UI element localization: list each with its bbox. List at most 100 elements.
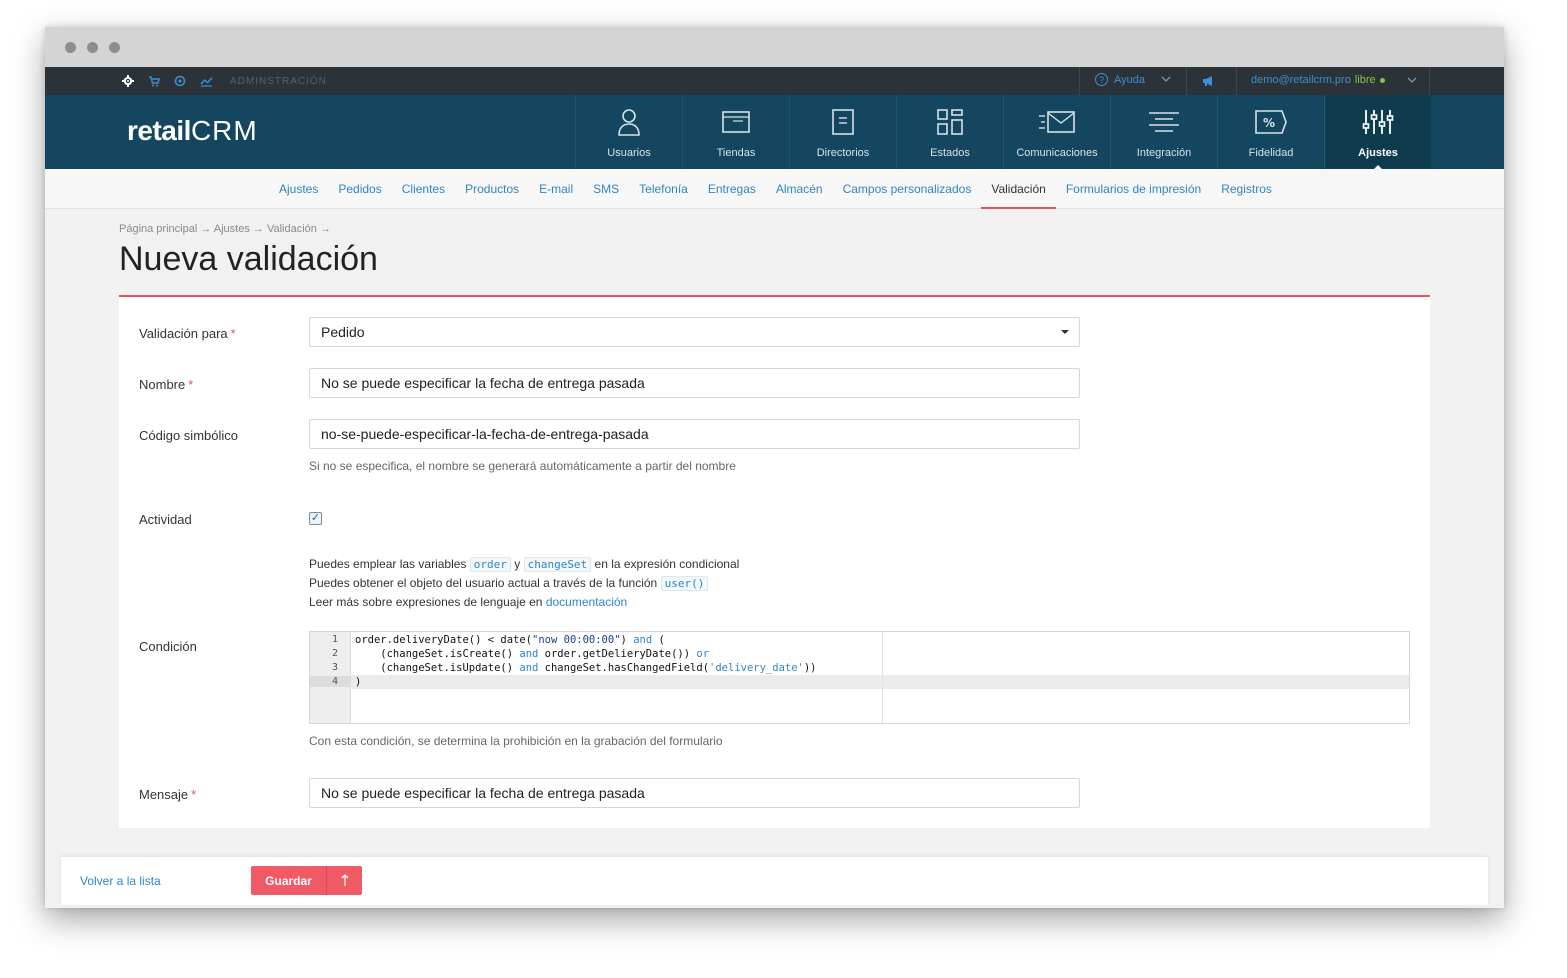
subnav-item-ajustes[interactable]: Ajustes xyxy=(269,169,328,209)
nav-item-usuarios[interactable]: Usuarios xyxy=(575,95,682,169)
target-icon[interactable] xyxy=(173,74,187,88)
line-number: 4 xyxy=(310,676,350,687)
nav-item-comunicaciones[interactable]: Comunicaciones xyxy=(1003,95,1110,169)
code-label: Código simbólico xyxy=(139,428,238,443)
statuses-icon xyxy=(930,107,970,137)
subnav-item-email[interactable]: E-mail xyxy=(529,169,583,209)
divider xyxy=(1236,67,1237,95)
browser-window: ADMINSTRACIÓN ? Ayuda demo@retailcrm.pro… xyxy=(45,27,1504,908)
subnav-item-productos[interactable]: Productos xyxy=(455,169,529,209)
settings-subnav: Ajustes Pedidos Clientes Productos E-mai… xyxy=(45,169,1504,209)
subnav-item-entregas[interactable]: Entregas xyxy=(698,169,766,209)
admin-topbar: ADMINSTRACIÓN ? Ayuda demo@retailcrm.pro… xyxy=(45,67,1504,95)
nav-item-ajustes[interactable]: Ajustes xyxy=(1324,95,1431,170)
arrow-up-icon[interactable] xyxy=(327,866,362,895)
code-line: (changeSet.isCreate() and order.getDelie… xyxy=(355,648,710,660)
nav-label: Usuarios xyxy=(607,147,651,159)
code-hint: Si no se especifica, el nombre se genera… xyxy=(309,459,736,473)
required-mark: * xyxy=(191,787,197,802)
divider xyxy=(1079,67,1080,95)
logo-crm: CRM xyxy=(190,115,258,146)
function-chip: user() xyxy=(660,576,709,591)
directory-icon xyxy=(823,107,863,137)
user-menu[interactable]: demo@retailcrm.pro libre xyxy=(1251,74,1417,86)
nav-label: Integración xyxy=(1136,147,1192,159)
active-line-highlight xyxy=(351,675,1409,689)
back-to-list-link[interactable]: Volver a la lista xyxy=(80,874,161,888)
svg-text:%: % xyxy=(1263,116,1275,130)
main-nav: Usuarios Tiendas Directorios Estados Com… xyxy=(575,95,1431,170)
line-number: 3 xyxy=(331,662,338,673)
subnav-item-telefonia[interactable]: Telefonía xyxy=(629,169,698,209)
condition-code-editor[interactable]: 1 2 3 4 order.deliveryDate() < date("now… xyxy=(309,631,1410,724)
help-line: Puedes emplear las variables order y cha… xyxy=(309,557,740,572)
breadcrumb[interactable]: Página principal → Ajustes → Validación … xyxy=(119,223,331,235)
window-dot[interactable] xyxy=(109,42,120,53)
nav-label: Comunicaciones xyxy=(1016,147,1098,159)
help-menu[interactable]: ? Ayuda xyxy=(1095,73,1171,86)
user-plan: libre xyxy=(1354,74,1376,86)
retailcrm-logo[interactable]: retailCRM xyxy=(127,115,258,147)
condition-label: Condición xyxy=(139,639,197,654)
nav-label: Estados xyxy=(930,147,970,159)
name-input[interactable]: No se puede especificar la fecha de entr… xyxy=(309,368,1080,398)
subnav-item-almacen[interactable]: Almacén xyxy=(766,169,833,209)
code-input[interactable]: no-se-puede-especificar-la-fecha-de-entr… xyxy=(309,419,1080,449)
nav-item-integracion[interactable]: Integración xyxy=(1110,95,1217,169)
print-margin xyxy=(882,632,883,723)
user-email: demo@retailcrm.pro xyxy=(1251,74,1351,86)
line-number: 2 xyxy=(331,648,338,659)
nav-label: Ajustes xyxy=(1358,147,1398,159)
gear-icon[interactable] xyxy=(121,74,135,88)
variable-chip: order xyxy=(469,557,511,572)
code-line: ) xyxy=(355,676,362,688)
select-value: Pedido xyxy=(321,324,365,340)
nav-item-estados[interactable]: Estados xyxy=(896,95,1003,169)
divider xyxy=(1429,67,1430,95)
save-button[interactable]: Guardar xyxy=(251,866,362,895)
line-number: 1 xyxy=(331,634,338,645)
subnav-item-validacion[interactable]: Validación xyxy=(981,169,1057,209)
loyalty-icon: % xyxy=(1251,107,1291,137)
subnav-item-formularios[interactable]: Formularios de impresión xyxy=(1056,169,1211,209)
subnav-item-sms[interactable]: SMS xyxy=(583,169,629,209)
nav-item-fidelidad[interactable]: % Fidelidad xyxy=(1217,95,1324,169)
activity-checkbox[interactable]: ✓ xyxy=(309,512,322,525)
required-mark: * xyxy=(230,326,236,341)
admin-label: ADMINSTRACIÓN xyxy=(230,76,327,87)
main-header: retailCRM Usuarios Tiendas Directorios E… xyxy=(45,95,1504,170)
window-dot[interactable] xyxy=(87,42,98,53)
subnav-item-registros[interactable]: Registros xyxy=(1211,169,1282,209)
subnav-item-clientes[interactable]: Clientes xyxy=(392,169,455,209)
page-title: Nueva validación xyxy=(119,240,378,278)
subnav-item-pedidos[interactable]: Pedidos xyxy=(328,169,391,209)
help-label: Ayuda xyxy=(1114,73,1145,86)
documentation-link[interactable]: documentación xyxy=(546,595,627,609)
message-input[interactable]: No se puede especificar la fecha de entr… xyxy=(309,778,1080,808)
editor-gutter: 1 2 3 4 xyxy=(310,632,351,723)
communications-icon xyxy=(1037,107,1077,137)
chevron-down-icon xyxy=(1161,74,1171,85)
variable-chip: changeSet xyxy=(523,557,592,572)
validation-for-select[interactable]: Pedido xyxy=(309,317,1080,347)
question-icon: ? xyxy=(1095,73,1108,86)
window-dot[interactable] xyxy=(65,42,76,53)
nav-item-tiendas[interactable]: Tiendas xyxy=(682,95,789,169)
megaphone-icon[interactable] xyxy=(1202,74,1216,88)
code-line: (changeSet.isUpdate() and changeSet.hasC… xyxy=(355,662,817,674)
logo-text: retail xyxy=(127,115,191,146)
nav-label: Tiendas xyxy=(716,147,756,159)
online-status-dot xyxy=(1379,77,1385,83)
analytics-icon[interactable] xyxy=(199,74,213,88)
validation-form: Validación para * Pedido Nombre * No se pu… xyxy=(119,295,1430,828)
condition-help: Puedes emplear las variables order y cha… xyxy=(309,555,739,612)
validation-for-label: Validación para * xyxy=(139,326,236,341)
help-line: Puedes obtener el objeto del usuario act… xyxy=(309,574,739,593)
cart-icon[interactable] xyxy=(147,74,161,88)
nav-item-directorios[interactable]: Directorios xyxy=(789,95,896,169)
window-titlebar xyxy=(45,27,1504,67)
chevron-down-icon xyxy=(1407,75,1417,86)
subnav-item-campos-personalizados[interactable]: Campos personalizados xyxy=(833,169,982,209)
user-icon xyxy=(609,107,649,137)
settings-sliders-icon xyxy=(1358,107,1398,137)
